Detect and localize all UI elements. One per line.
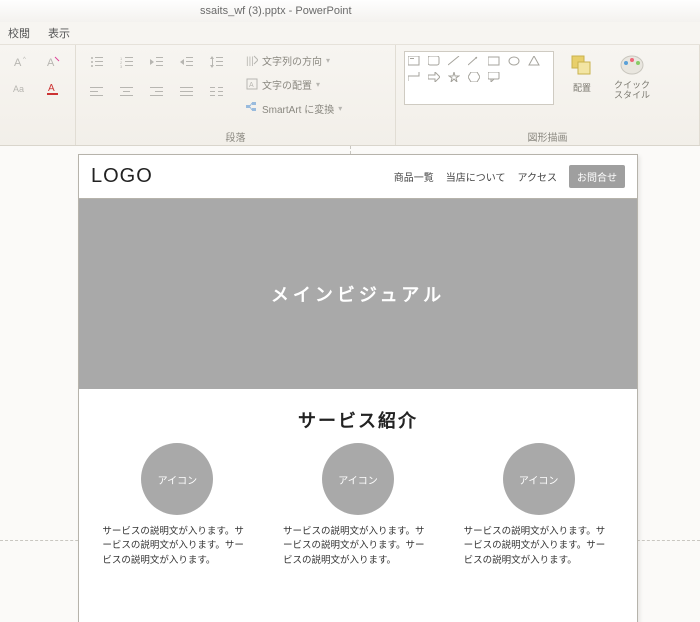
align-left-icon[interactable]: [84, 81, 110, 103]
wf-header[interactable]: LOGO 商品一覧 当店について アクセス お問合せ: [79, 155, 637, 199]
slide[interactable]: LOGO 商品一覧 当店について アクセス お問合せ メインビジュアル サービス…: [78, 154, 638, 622]
numbering-icon[interactable]: 123: [114, 51, 140, 73]
wf-nav-about[interactable]: 当店について: [446, 169, 506, 184]
smartart-icon: [246, 102, 258, 114]
font-size-icon[interactable]: Aa: [8, 77, 34, 99]
font-color-icon[interactable]: A: [40, 77, 66, 99]
align-center-icon[interactable]: [114, 81, 140, 103]
decrease-indent-icon[interactable]: [144, 51, 170, 73]
wf-card[interactable]: アイコン サービスの説明文が入ります。サービスの説明文が入ります。サービスの説明…: [464, 443, 614, 568]
text-align-icon: A: [246, 78, 258, 90]
shape-star-icon[interactable]: [447, 71, 461, 83]
group-label-paragraph: 段落: [84, 129, 387, 143]
smartart-button[interactable]: SmartArt に変換▾: [246, 99, 356, 117]
quickstyle-icon: [618, 51, 646, 79]
shape-hexagon-icon[interactable]: [467, 71, 481, 83]
slide-canvas[interactable]: LOGO 商品一覧 当店について アクセス お問合せ メインビジュアル サービス…: [0, 146, 700, 622]
increase-indent-icon[interactable]: [174, 51, 200, 73]
ribbon-group-paragraph: 123 ||| 文字列の方向▾: [76, 45, 396, 145]
group-label-drawing: 図形描画: [404, 129, 691, 143]
shapes-gallery[interactable]: [404, 51, 554, 105]
svg-text:|||: |||: [246, 56, 254, 66]
tab-review[interactable]: 校閲: [8, 25, 30, 41]
clear-format-icon[interactable]: A: [40, 51, 66, 73]
shape-oval-icon[interactable]: [507, 55, 521, 67]
ribbon-group-drawing: 配置 クイック スタイル 図形描画: [396, 45, 700, 145]
shape-line-icon[interactable]: [447, 55, 461, 67]
tab-view[interactable]: 表示: [48, 25, 70, 41]
increase-font-icon[interactable]: A^: [8, 51, 34, 73]
shape-rounded-rect-icon[interactable]: [427, 55, 441, 67]
svg-text:A: A: [14, 57, 22, 69]
wf-card-desc[interactable]: サービスの説明文が入ります。サービスの説明文が入ります。サービスの説明文が入りま…: [283, 525, 433, 568]
shape-textbox-icon[interactable]: [407, 55, 421, 67]
quickstyle-button[interactable]: クイック スタイル: [610, 51, 654, 101]
svg-text:A: A: [249, 82, 254, 89]
wf-hero[interactable]: メインビジュアル: [79, 199, 637, 389]
wf-nav-access[interactable]: アクセス: [518, 169, 558, 184]
bullets-icon[interactable]: [84, 51, 110, 73]
svg-text:A: A: [47, 57, 55, 69]
shape-block-arrow-icon[interactable]: [427, 71, 441, 83]
text-direction-icon: |||: [246, 54, 258, 66]
text-align-button[interactable]: A 文字の配置▾: [246, 75, 336, 93]
align-right-icon[interactable]: [144, 81, 170, 103]
shape-triangle-icon[interactable]: [527, 55, 541, 67]
wf-hero-label: メインビジュアル: [271, 281, 445, 307]
shape-arrow-line-icon[interactable]: [467, 55, 481, 67]
wf-card[interactable]: アイコン サービスの説明文が入ります。サービスの説明文が入ります。サービスの説明…: [283, 443, 433, 568]
wf-card-icon[interactable]: アイコン: [141, 443, 213, 515]
shape-elbow-icon[interactable]: [407, 71, 421, 83]
columns-icon[interactable]: [204, 81, 230, 103]
group-label-font: [8, 129, 67, 143]
wf-nav-contact[interactable]: お問合せ: [569, 165, 625, 188]
arrange-button[interactable]: 配置: [560, 51, 604, 94]
ribbon: A^ Aa A A 123: [0, 44, 700, 146]
window-titlebar: ssaits_wf (3).pptx - PowerPoint: [0, 0, 700, 22]
justify-icon[interactable]: [174, 81, 200, 103]
ribbon-group-font: A^ Aa A A: [0, 45, 76, 145]
wf-card-desc[interactable]: サービスの説明文が入ります。サービスの説明文が入ります。サービスの説明文が入りま…: [464, 525, 614, 568]
svg-text:Aa: Aa: [13, 84, 24, 94]
ribbon-tabs: 校閲 表示: [0, 22, 700, 44]
wf-nav-products[interactable]: 商品一覧: [394, 169, 434, 184]
shape-callout-icon[interactable]: [487, 71, 501, 83]
svg-text:^: ^: [23, 57, 26, 63]
svg-text:A: A: [48, 83, 55, 94]
arrange-icon: [568, 51, 596, 79]
text-direction-button[interactable]: ||| 文字列の方向▾: [246, 51, 336, 69]
wf-cards: アイコン サービスの説明文が入ります。サービスの説明文が入ります。サービスの説明…: [79, 443, 637, 568]
shape-rect-icon[interactable]: [487, 55, 501, 67]
wf-logo[interactable]: LOGO: [91, 165, 153, 188]
svg-text:3: 3: [120, 64, 123, 68]
wf-card-icon[interactable]: アイコン: [322, 443, 394, 515]
wf-nav: 商品一覧 当店について アクセス お問合せ: [394, 165, 625, 188]
wf-section-title[interactable]: サービス紹介: [79, 407, 637, 433]
wf-card-icon[interactable]: アイコン: [503, 443, 575, 515]
wf-card-desc[interactable]: サービスの説明文が入ります。サービスの説明文が入ります。サービスの説明文が入りま…: [102, 525, 252, 568]
wf-card[interactable]: アイコン サービスの説明文が入ります。サービスの説明文が入ります。サービスの説明…: [102, 443, 252, 568]
window-title: ssaits_wf (3).pptx - PowerPoint: [200, 5, 352, 17]
line-spacing-icon[interactable]: [204, 51, 230, 73]
